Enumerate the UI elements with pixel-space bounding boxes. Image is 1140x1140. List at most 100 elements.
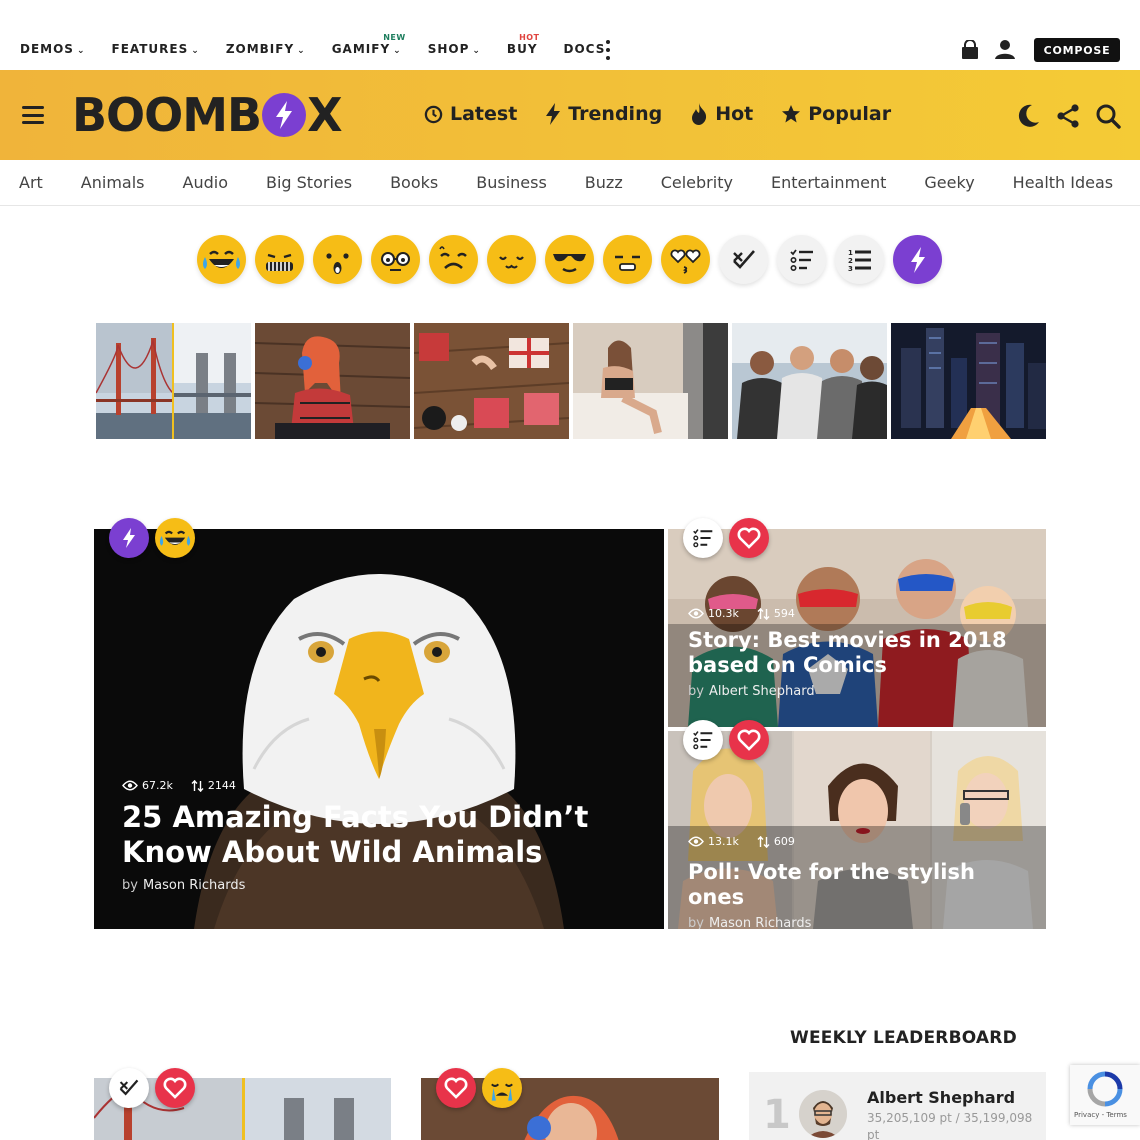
shopping-bag-icon[interactable]: [960, 40, 980, 60]
checklist-icon[interactable]: [777, 235, 826, 284]
nav-trending[interactable]: Trending: [545, 103, 662, 125]
category-big-stories[interactable]: Big Stories: [266, 173, 352, 192]
shares-arrows-icon: [191, 779, 204, 792]
topnav-features[interactable]: FEATURES ⌄: [112, 42, 200, 56]
side1-caption: 10.3k 594 Story: Best movies in 2018 bas…: [688, 607, 1028, 699]
compose-button[interactable]: COMPOSE: [1034, 38, 1120, 62]
topnav-zombify[interactable]: ZOMBIFY ⌄: [226, 42, 306, 56]
new-badge: NEW: [383, 33, 406, 42]
hamburger-menu-icon[interactable]: [22, 106, 44, 124]
heart-badge-icon[interactable]: [729, 720, 769, 760]
lol-badge-icon[interactable]: [155, 518, 195, 558]
checklist-badge-icon[interactable]: [683, 518, 723, 558]
topnav-demos[interactable]: DEMOS ⌄: [20, 42, 86, 56]
post-stats: 13.1k 609: [688, 835, 1028, 848]
nav-hot[interactable]: Hot: [690, 103, 753, 125]
chevron-down-icon: ⌄: [191, 46, 200, 56]
flame-icon: [692, 103, 707, 125]
thumbnail-dj-girl[interactable]: [255, 323, 410, 439]
side2-caption: 13.1k 609 Poll: Vote for the stylish one…: [688, 835, 1028, 929]
leaderboard-points: 35,205,109 pt / 35,199,098 pt: [867, 1111, 1033, 1140]
trending-badge-icon[interactable]: [109, 518, 149, 558]
cute-reaction-icon[interactable]: [487, 235, 536, 284]
thumbnail-woman-on-bed[interactable]: [573, 323, 728, 439]
author-link[interactable]: Albert Shephard: [709, 684, 815, 699]
trending-bolt-icon[interactable]: [893, 235, 942, 284]
nav-popular[interactable]: Popular: [781, 103, 891, 125]
chevron-down-icon: ⌄: [472, 46, 481, 56]
featured-post-side-2[interactable]: 13.1k 609 Poll: Vote for the stylish one…: [668, 731, 1046, 929]
recaptcha-terms[interactable]: Privacy - Terms: [1074, 1111, 1127, 1119]
nav-latest[interactable]: Latest: [424, 103, 517, 125]
category-celebrity[interactable]: Celebrity: [661, 173, 733, 192]
topnav-shop[interactable]: SHOP ⌄: [428, 42, 481, 56]
more-menu-icon[interactable]: [601, 40, 615, 60]
hot-badge: HOT: [519, 33, 540, 42]
category-entertainment[interactable]: Entertainment: [771, 173, 886, 192]
main-nav: Latest Trending Hot Popular: [424, 103, 919, 125]
cry-badge-icon[interactable]: [482, 1068, 522, 1108]
cry-reaction-icon[interactable]: [429, 235, 478, 284]
shares-arrows-icon: [757, 607, 770, 620]
views-eye-icon: [122, 780, 138, 791]
user-icon[interactable]: [994, 38, 1016, 60]
thumbnail-bridges[interactable]: [96, 323, 251, 439]
topnav-docs[interactable]: DOCS: [564, 42, 606, 56]
chevron-down-icon: ⌄: [393, 46, 402, 56]
top-bar: DEMOS ⌄ FEATURES ⌄ ZOMBIFY ⌄ NEW GAMIFY ⌄ SHO…: [0, 0, 1140, 70]
lol-reaction-icon[interactable]: [197, 235, 246, 284]
leaderboard-rank: 1: [763, 1092, 791, 1138]
meh-reaction-icon[interactable]: [603, 235, 652, 284]
leaderboard-title: WEEKLY LEADERBOARD: [790, 1028, 1017, 1048]
heart-badge-icon[interactable]: [155, 1068, 195, 1108]
main-post-title[interactable]: 25 Amazing Facts You Didn’t Know About W…: [122, 800, 622, 870]
category-art[interactable]: Art: [19, 173, 43, 192]
svg-text:3: 3: [848, 265, 853, 273]
heart-badge-icon[interactable]: [729, 518, 769, 558]
recaptcha-badge[interactable]: Privacy - Terms: [1070, 1065, 1140, 1125]
category-health-ideas[interactable]: Health Ideas: [1013, 173, 1113, 192]
post-stats: 10.3k 594: [688, 607, 1028, 620]
side1-title[interactable]: Story: Best movies in 2018 based on Comi…: [688, 628, 1028, 678]
boombox-logo[interactable]: BOOMB X: [72, 88, 343, 142]
post-byline: by Mason Richards: [122, 877, 246, 893]
search-icon[interactable]: [1095, 103, 1121, 129]
share-icon[interactable]: [1055, 103, 1081, 129]
category-bar: Art Animals Audio Big Stories Books Busi…: [0, 160, 1140, 206]
versus-icon[interactable]: [719, 235, 768, 284]
avatar[interactable]: [799, 1090, 847, 1138]
topnav-buy[interactable]: HOT BUY: [507, 33, 539, 56]
category-audio[interactable]: Audio: [183, 173, 228, 192]
versus-badge-icon[interactable]: [109, 1068, 149, 1108]
topnav-gamify[interactable]: NEW GAMIFY ⌄: [332, 33, 405, 56]
wow-reaction-icon[interactable]: [313, 235, 362, 284]
star-icon: [782, 105, 801, 123]
heart-badge-icon[interactable]: [436, 1068, 476, 1108]
leaderboard-user-name[interactable]: Albert Shephard: [867, 1088, 1015, 1107]
author-link[interactable]: Mason Richards: [709, 916, 811, 929]
clock-icon: [424, 105, 443, 123]
omg-reaction-icon[interactable]: [255, 235, 304, 284]
dark-mode-moon-icon[interactable]: [1015, 103, 1041, 129]
numbered-list-icon[interactable]: 123: [835, 235, 884, 284]
side2-title[interactable]: Poll: Vote for the stylish ones: [688, 860, 1028, 910]
author-link[interactable]: Mason Richards: [143, 878, 245, 893]
category-books[interactable]: Books: [390, 173, 438, 192]
featured-post-side-1[interactable]: 10.3k 594 Story: Best movies in 2018 bas…: [668, 529, 1046, 727]
category-buzz[interactable]: Buzz: [585, 173, 623, 192]
love-reaction-icon[interactable]: [661, 235, 710, 284]
category-animals[interactable]: Animals: [81, 173, 145, 192]
geeky-reaction-icon[interactable]: [371, 235, 420, 284]
category-business[interactable]: Business: [476, 173, 547, 192]
thumbnail-friends-party[interactable]: [732, 323, 887, 439]
views-eye-icon: [688, 608, 704, 619]
checklist-badge-icon[interactable]: [683, 720, 723, 760]
thumbnail-city-night[interactable]: [891, 323, 1046, 439]
thumbnail-gift-boxes[interactable]: [414, 323, 569, 439]
cool-reaction-icon[interactable]: [545, 235, 594, 284]
leaderboard-row[interactable]: 1 Albert Shephard 35,205,109 pt / 35,199…: [749, 1072, 1046, 1140]
featured-post-main[interactable]: 67.2k 2144 25 Amazing Facts You Didn’t K…: [94, 529, 664, 929]
featured-thumbnail-strip: [96, 323, 1046, 439]
category-geeky[interactable]: Geeky: [924, 173, 974, 192]
recaptcha-logo-icon: [1087, 1071, 1123, 1107]
